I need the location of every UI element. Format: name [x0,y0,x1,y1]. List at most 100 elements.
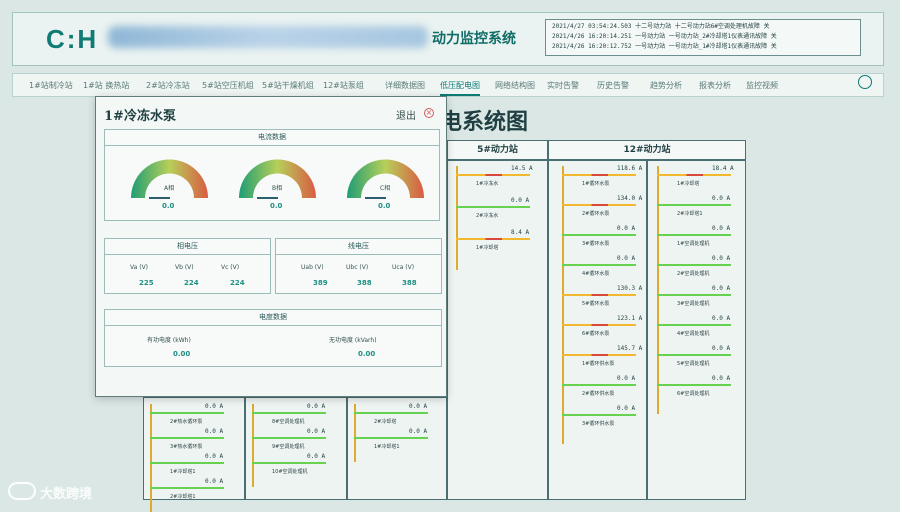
feeder-line [562,234,636,236]
diagram-title: 电系统图 [440,110,529,135]
bus-bar [456,166,458,270]
feeder-label: 5#空调处理机 [677,361,710,367]
feeder-line [252,462,326,464]
current-reading: 0.0 A [205,403,224,410]
feeder-label: 9#空调处理机 [272,444,305,450]
feeder-label: 6#空调处理机 [677,391,710,397]
nav-item[interactable]: 历史告警 [597,80,629,91]
current-reading: 14.5 A [511,165,533,172]
watermark-text: 大数跨境 [40,487,93,502]
current-reading: 0.0 A [712,345,731,352]
user-icon[interactable] [858,75,872,89]
nav-item[interactable]: 报表分析 [699,80,731,91]
feeder-line [562,264,636,266]
feeder-line [562,294,636,296]
feeder-label: 2#冷却塔 [374,419,397,425]
feeder-line [562,354,636,356]
current-reading: 18.4 A [712,165,734,172]
current-reading: 0.0 A [205,478,224,485]
alarm-row: 2021/4/26 16:20:14.251 一号动力站 一号动力站_2#冷却塔… [552,33,777,40]
uab-label: Uab (V) [301,264,324,271]
feeder-line [657,234,731,236]
station-5-header: 5#动力站 [447,140,548,160]
feeder-line [252,437,326,439]
current-reading: 0.0 A [205,428,224,435]
nav-item[interactable]: 5#站空压机组 [202,80,254,91]
nav-item[interactable]: 1#站制冷站 [29,80,73,91]
nav-item[interactable]: 详细数据图 [385,80,425,91]
vc-label: Vc (V) [221,264,240,271]
current-reading: 0.0 A [712,285,731,292]
current-reading: 0.0 A [617,255,636,262]
feeder-line [354,412,428,414]
feeder-label: 2#冷却塔1 [677,211,703,217]
phase-current-gauge [122,153,217,201]
current-reading: 0.0 A [712,225,731,232]
feeder-label: 3#循环水泵 [582,241,610,247]
current-reading: 0.0 A [511,197,530,204]
feeder-label: 2#热水循环泵 [170,419,203,425]
watermark-logo [8,482,36,500]
feeder-line [657,204,731,206]
station-12-header: 12#动力站 [548,140,746,160]
nav-item[interactable]: 12#站泵组 [323,80,364,91]
current-reading: 0.0 A [617,225,636,232]
current-reading: 145.7 A [617,345,643,352]
feeder-line [150,437,224,439]
ubc-value: 388 [357,279,372,287]
line-voltage-panel: 线电压 Uab (V) Ubc (V) Uca (V) 389 388 388 [275,238,442,294]
quit-button[interactable]: 退出 [396,107,416,122]
modal-title: 1#冷冻水泵 [104,109,176,124]
current-reading: 8.4 A [511,229,530,236]
nav-item[interactable]: 5#站干燥机组 [262,80,314,91]
feeder-label: 8#空调处理机 [272,419,305,425]
nav-item[interactable]: 1#站 换热站 [83,80,129,91]
feeder-label: 4#循环水泵 [582,271,610,277]
phase-current-value: 0.0 [378,202,391,210]
feeder-label: 2#空调处理机 [677,271,710,277]
nav-item[interactable]: 低压配电图 [440,80,480,96]
feeder-line [657,354,731,356]
feeder-line [150,462,224,464]
bus-bar [150,404,152,512]
current-reading: 0.0 A [712,195,731,202]
feeder-label: 2#冷冻水 [476,213,499,219]
feeder-line [456,174,530,176]
station-5-panel [447,160,548,500]
current-reading: 0.0 A [712,315,731,322]
close-icon[interactable]: × [424,108,434,118]
phase-label: A相 [164,185,175,192]
blurred-company-name [108,26,428,48]
uca-value: 388 [402,279,417,287]
line-voltage-title: 线电压 [276,239,441,255]
bus-bar [252,404,254,487]
va-value: 225 [139,279,154,287]
bus-bar [562,166,564,444]
current-reading: 0.0 A [617,375,636,382]
feeder-label: 1#冷却塔1 [374,444,400,450]
feeder-line [562,174,636,176]
current-reading: 123.1 A [617,315,643,322]
feeder-line [456,238,530,240]
nav-item[interactable]: 趋势分析 [650,80,682,91]
nav-item[interactable]: 实时告警 [547,80,579,91]
nav-item[interactable]: 2#站冷冻站 [146,80,190,91]
feeder-label: 2#循环水泵 [582,211,610,217]
reactive-energy-value: 0.00 [358,350,376,358]
current-reading: 0.0 A [205,453,224,460]
nav-item[interactable]: 网络结构图 [495,80,535,91]
feeder-label: 3#空调处理机 [677,301,710,307]
feeder-label: 5#循环水泵 [582,301,610,307]
energy-panel: 电度数据 有功电度 (kWh) 无功电度 (kVarh) 0.00 0.00 [104,309,442,367]
feeder-line [562,324,636,326]
phase-current-gauge [230,153,325,201]
feeder-label: 1#空调处理机 [677,241,710,247]
feeder-label: 1#冷冻水 [476,181,499,187]
feeder-line [562,414,636,416]
nav-item[interactable]: 监控视频 [746,80,778,91]
current-reading: 0.0 A [712,255,731,262]
ubc-label: Ubc (V) [346,264,369,271]
feeder-line [657,264,731,266]
phase-voltage-panel: 相电压 Va (V) Vb (V) Vc (V) 225 224 224 [104,238,271,294]
current-reading: 0.0 A [409,403,428,410]
